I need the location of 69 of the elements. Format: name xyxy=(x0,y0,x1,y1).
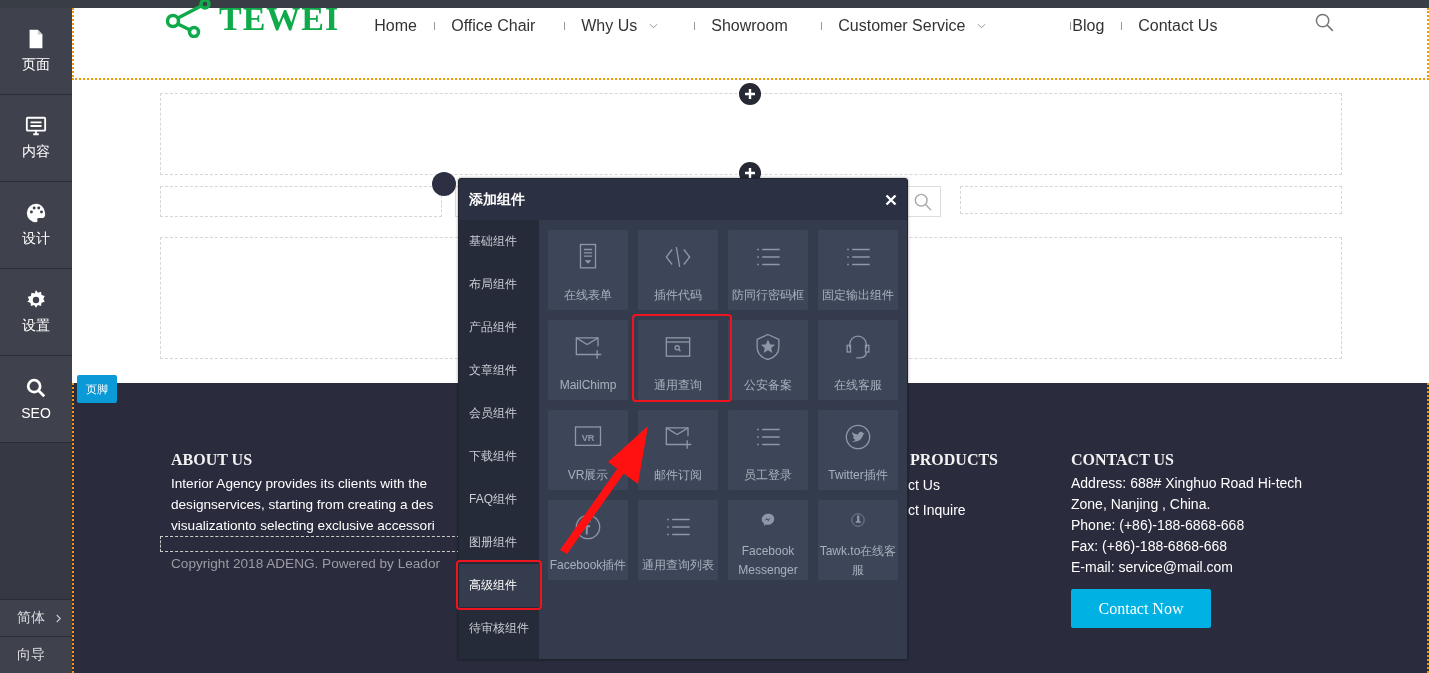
circle-f-icon xyxy=(573,512,603,542)
component-tile[interactable]: 固定输出组件 xyxy=(818,230,898,310)
component-tile[interactable]: 员工登录 xyxy=(728,410,808,490)
footer-heading: ABOUT US xyxy=(171,451,253,469)
language-menu-item[interactable]: 简体 xyxy=(0,599,72,636)
component-tile[interactable]: 公安备案 xyxy=(728,320,808,400)
search-icon xyxy=(25,377,47,399)
component-tile[interactable]: VR VR展示 xyxy=(548,410,628,490)
nav-link[interactable]: Blog xyxy=(1072,17,1105,35)
nav-link[interactable]: Home xyxy=(374,17,417,35)
footer-badge: 页脚 xyxy=(77,375,117,403)
dialog-title: 添加组件 xyxy=(469,190,525,209)
search-icon[interactable] xyxy=(1315,13,1335,32)
sidebar-item[interactable]: 设计 xyxy=(0,182,72,269)
about-text: designservices, starting from creating a des xyxy=(171,496,434,514)
nav-link[interactable]: Showroom xyxy=(711,17,788,35)
category-tab[interactable]: 高级组件 xyxy=(459,564,539,607)
footer-heading: PRODUCTS xyxy=(910,451,998,469)
category-tab[interactable]: 基础组件 xyxy=(459,220,539,263)
guide-button[interactable]: 向导 xyxy=(0,636,72,673)
component-tile[interactable]: 邮件订阅 xyxy=(638,410,718,490)
bird-circle-icon xyxy=(843,422,873,452)
about-text: visualizationto selecting exclusive accessori xyxy=(171,517,435,535)
contact-text: Phone: (+86)-188-6868-668 xyxy=(1071,516,1245,535)
category-tab[interactable]: 待审核组件 xyxy=(459,607,539,650)
component-tile[interactable]: 通用查询列表 xyxy=(638,500,718,580)
palette-icon xyxy=(25,202,47,224)
category-tab[interactable]: 下载组件 xyxy=(459,435,539,478)
component-tile[interactable]: 在线表单 xyxy=(548,230,628,310)
category-tab[interactable]: 会员组件 xyxy=(459,392,539,435)
share-logo-icon xyxy=(165,0,213,38)
about-text: Interior Agency provides its clients with the xyxy=(171,475,428,493)
component-tile[interactable]: 通用查询 xyxy=(638,320,718,400)
contact-text: Zone, Nanjing , China. xyxy=(1071,495,1211,514)
sidebar-item[interactable]: 内容 xyxy=(0,95,72,182)
sidebar-item[interactable]: 设置 xyxy=(0,269,72,356)
contact-text: Address: 688# Xinghuo Road Hi-tech xyxy=(1071,474,1303,493)
contact-text: E-mail: service@mail.com xyxy=(1071,558,1233,577)
drag-handle[interactable] xyxy=(432,172,456,196)
nav-link[interactable]: Why Us xyxy=(581,17,638,35)
category-tab[interactable]: 产品组件 xyxy=(459,306,539,349)
category-tab[interactable]: FAQ组件 xyxy=(459,478,539,521)
chevron-right-icon xyxy=(55,612,62,624)
component-tile[interactable]: 防同行密码框 xyxy=(728,230,808,310)
category-tab[interactable]: 布局组件 xyxy=(459,263,539,306)
footer-link[interactable]: ct Inquire xyxy=(908,498,966,523)
component-tile[interactable]: MailChimp xyxy=(548,320,628,400)
footer-heading: CONTACT US xyxy=(1071,451,1174,469)
footer-link[interactable]: ct Us xyxy=(908,473,940,498)
search-icon xyxy=(914,192,932,211)
close-icon[interactable] xyxy=(885,193,897,206)
component-tile[interactable]: Facebook插件 xyxy=(548,500,628,580)
sidebar-item[interactable]: 页面 xyxy=(0,8,72,95)
component-tile[interactable]: Twitter插件 xyxy=(818,410,898,490)
component-tile[interactable]: 在线客服 xyxy=(818,320,898,400)
category-tab[interactable]: 图册组件 xyxy=(459,521,539,564)
contact-text: Fax: (+86)-188-6868-668 xyxy=(1071,537,1228,556)
nav-link[interactable]: Customer Service xyxy=(838,17,966,35)
monitor-icon xyxy=(25,115,47,137)
component-tile[interactable]: Facebook Messenger xyxy=(728,500,808,580)
nav-link[interactable]: Contact Us xyxy=(1138,17,1218,35)
category-tab[interactable]: 文章组件 xyxy=(459,349,539,392)
component-tile[interactable]: Tawk.to在线客服 xyxy=(818,500,898,580)
nav-link[interactable]: Office Chair xyxy=(451,17,536,35)
add-section-icon[interactable] xyxy=(739,83,761,105)
component-tile[interactable]: 插件代码 xyxy=(638,230,718,310)
copyright-text: Copyright 2018 ADENG. Powered by Leador xyxy=(171,556,440,571)
logo-text: TEWEI xyxy=(219,0,340,38)
sidebar-item[interactable]: SEO xyxy=(0,356,72,443)
